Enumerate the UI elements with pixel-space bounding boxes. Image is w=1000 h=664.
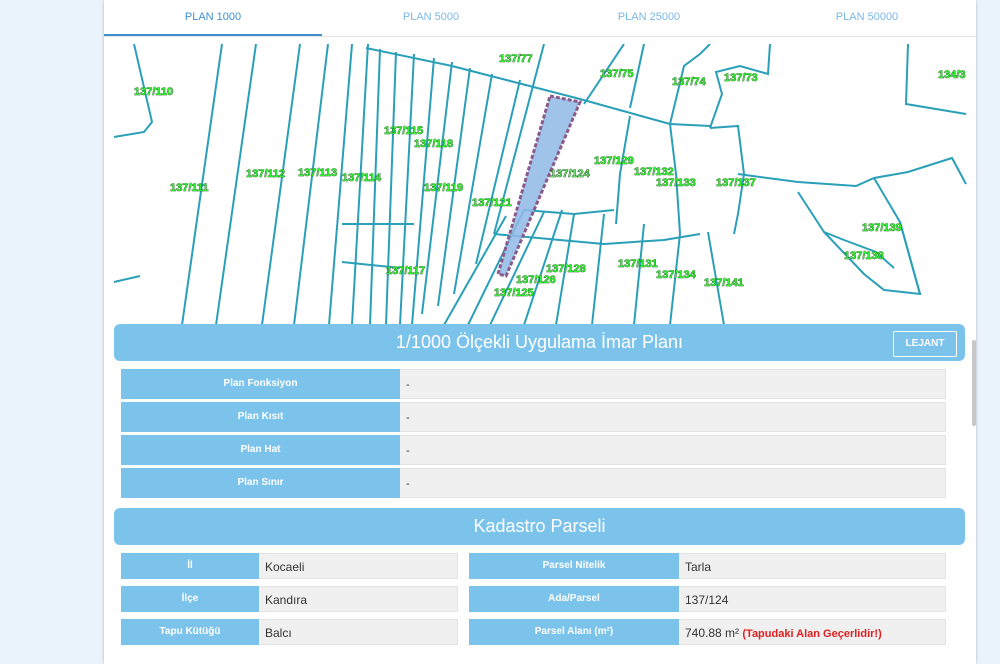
parcel-boundary (899, 221, 921, 295)
parcel-label: 137/139 (862, 222, 902, 234)
parcel-area-value: 740.88 m² (685, 626, 740, 640)
parcel-label: 134/3 (938, 69, 966, 81)
parcel-label: 137/75 (600, 68, 634, 80)
parcel-boundary (261, 44, 301, 325)
parcel-label: 137/137 (716, 177, 756, 189)
parcel-label: 137/134 (656, 269, 697, 281)
plan-row-key: Plan Hat (121, 435, 400, 465)
field-key: İl (121, 553, 259, 579)
parcel-label: 137/133 (656, 177, 696, 189)
field-key: Parsel Nitelik (469, 553, 679, 579)
field-key: İlçe (121, 586, 259, 612)
parcel-label: 137/115 (384, 125, 423, 137)
parcel-boundary (823, 177, 922, 296)
cadastre-field-ada-parsel: Ada/Parsel 137/124 (469, 586, 946, 612)
parcel-label: 137/129 (594, 155, 634, 167)
plan-row-key: Plan Kısıt (121, 402, 400, 432)
field-key: Tapu Kütüğü (121, 619, 259, 645)
parcel-label: 137/131 (618, 258, 658, 270)
parcel-boundary (385, 51, 397, 325)
parcel-boundary (493, 233, 701, 246)
parcel-boundary (215, 44, 257, 325)
parcel-boundary (591, 213, 605, 325)
plan-row: Plan Fonksiyon - (121, 369, 946, 399)
plan-row: Plan Sınır - (121, 468, 946, 498)
cadastre-field-ilce: İlçe Kandıra (121, 586, 458, 612)
parcel-label: 137/114 (342, 172, 382, 184)
parcel-label: 137/111 (170, 182, 209, 194)
cadastre-field-il: İl Kocaeli (121, 553, 458, 579)
plan-row-value: - (400, 435, 946, 465)
parcel-label: 137/124 (550, 168, 591, 180)
field-value: Kandıra (259, 586, 458, 612)
parcel-label: 137/113 (298, 167, 337, 179)
tab-plan-25000[interactable]: PLAN 25000 (540, 0, 758, 36)
plan-section-title: 1/1000 Ölçekli Uygulama İmar Planı (395, 332, 684, 352)
parcel-label: 137/73 (724, 72, 758, 84)
parcel-label: 137/126 (516, 274, 556, 286)
field-value: 740.88 m² (Tapudaki Alan Geçerlidir!) (679, 619, 946, 645)
field-value: Kocaeli (259, 553, 458, 579)
parcel-boundary (523, 209, 615, 216)
plan-row-value: - (400, 369, 946, 399)
tab-plan-1000[interactable]: PLAN 1000 (104, 0, 322, 36)
parcel-boundary (399, 53, 415, 325)
parcel-boundary (633, 223, 645, 325)
cadastre-section-header: Kadastro Parseli (114, 508, 965, 545)
area-warning-note: (Tapudaki Alan Geçerlidir!) (742, 628, 882, 640)
parcel-label: 137/128 (546, 263, 586, 275)
parcel-boundary (737, 156, 967, 188)
parcel-label: 137/110 (134, 86, 173, 98)
field-value: 137/124 (679, 586, 946, 612)
plan-row-value: - (400, 402, 946, 432)
parcel-boundary (365, 47, 711, 127)
parcel-boundary (615, 115, 631, 225)
plan-row-key: Plan Fonksiyon (121, 369, 400, 399)
parcel-label: 137/117 (386, 265, 425, 277)
tab-plan-5000[interactable]: PLAN 5000 (322, 0, 540, 36)
tab-plan-50000[interactable]: PLAN 50000 (758, 0, 976, 36)
parcel-boundary (328, 44, 353, 325)
parcel-label: 137/121 (472, 197, 512, 209)
field-value: Balcı (259, 619, 458, 645)
parcel-info-panel: PLAN 1000 PLAN 5000 PLAN 25000 PLAN 5000… (104, 0, 976, 664)
plan-section-header: 1/1000 Ölçekli Uygulama İmar Planı LEJAN… (114, 324, 965, 361)
parcel-boundary (351, 44, 369, 325)
cadastral-map[interactable]: 137/77 137/75 137/74 137/73 134/3 137/110 137/… (104, 44, 976, 325)
field-key: Parsel Alanı (m²) (469, 619, 679, 645)
cadastre-field-tapu-kutugu: Tapu Kütüğü Balcı (121, 619, 458, 645)
parcel-label: 137/74 (672, 76, 707, 88)
parcel-boundary (113, 275, 141, 283)
cadastre-field-parsel-nitelik: Parsel Nitelik Tarla (469, 553, 946, 579)
parcel-boundary (369, 48, 381, 325)
parcel-label: 137/125 (494, 287, 534, 299)
parcel-label: 137/141 (704, 277, 744, 289)
parcel-boundary (709, 44, 771, 129)
cadastre-section-title: Kadastro Parseli (473, 516, 606, 536)
plan-scale-tabs: PLAN 1000 PLAN 5000 PLAN 25000 PLAN 5000… (104, 0, 976, 37)
plan-row: Plan Kısıt - (121, 402, 946, 432)
legend-button[interactable]: LEJANT (893, 331, 957, 357)
parcel-label: 137/77 (499, 53, 533, 65)
field-value: Tarla (679, 553, 946, 579)
scrollbar[interactable] (972, 340, 976, 426)
parcel-label: 137/118 (414, 138, 453, 150)
cadastre-field-parsel-alani: Parsel Alanı (m²) 740.88 m² (Tapudaki Al… (469, 619, 946, 645)
parcel-boundary (293, 44, 329, 325)
parcel-label: 137/119 (424, 182, 463, 194)
parcel-labels: 137/77 137/75 137/74 137/73 134/3 137/110 137/… (134, 53, 966, 300)
plan-row-key: Plan Sınır (121, 468, 400, 498)
parcel-label: 137/138 (844, 250, 884, 262)
field-key: Ada/Parsel (469, 586, 679, 612)
plan-row: Plan Hat - (121, 435, 946, 465)
plan-row-value: - (400, 468, 946, 498)
parcel-label: 137/112 (246, 168, 285, 180)
